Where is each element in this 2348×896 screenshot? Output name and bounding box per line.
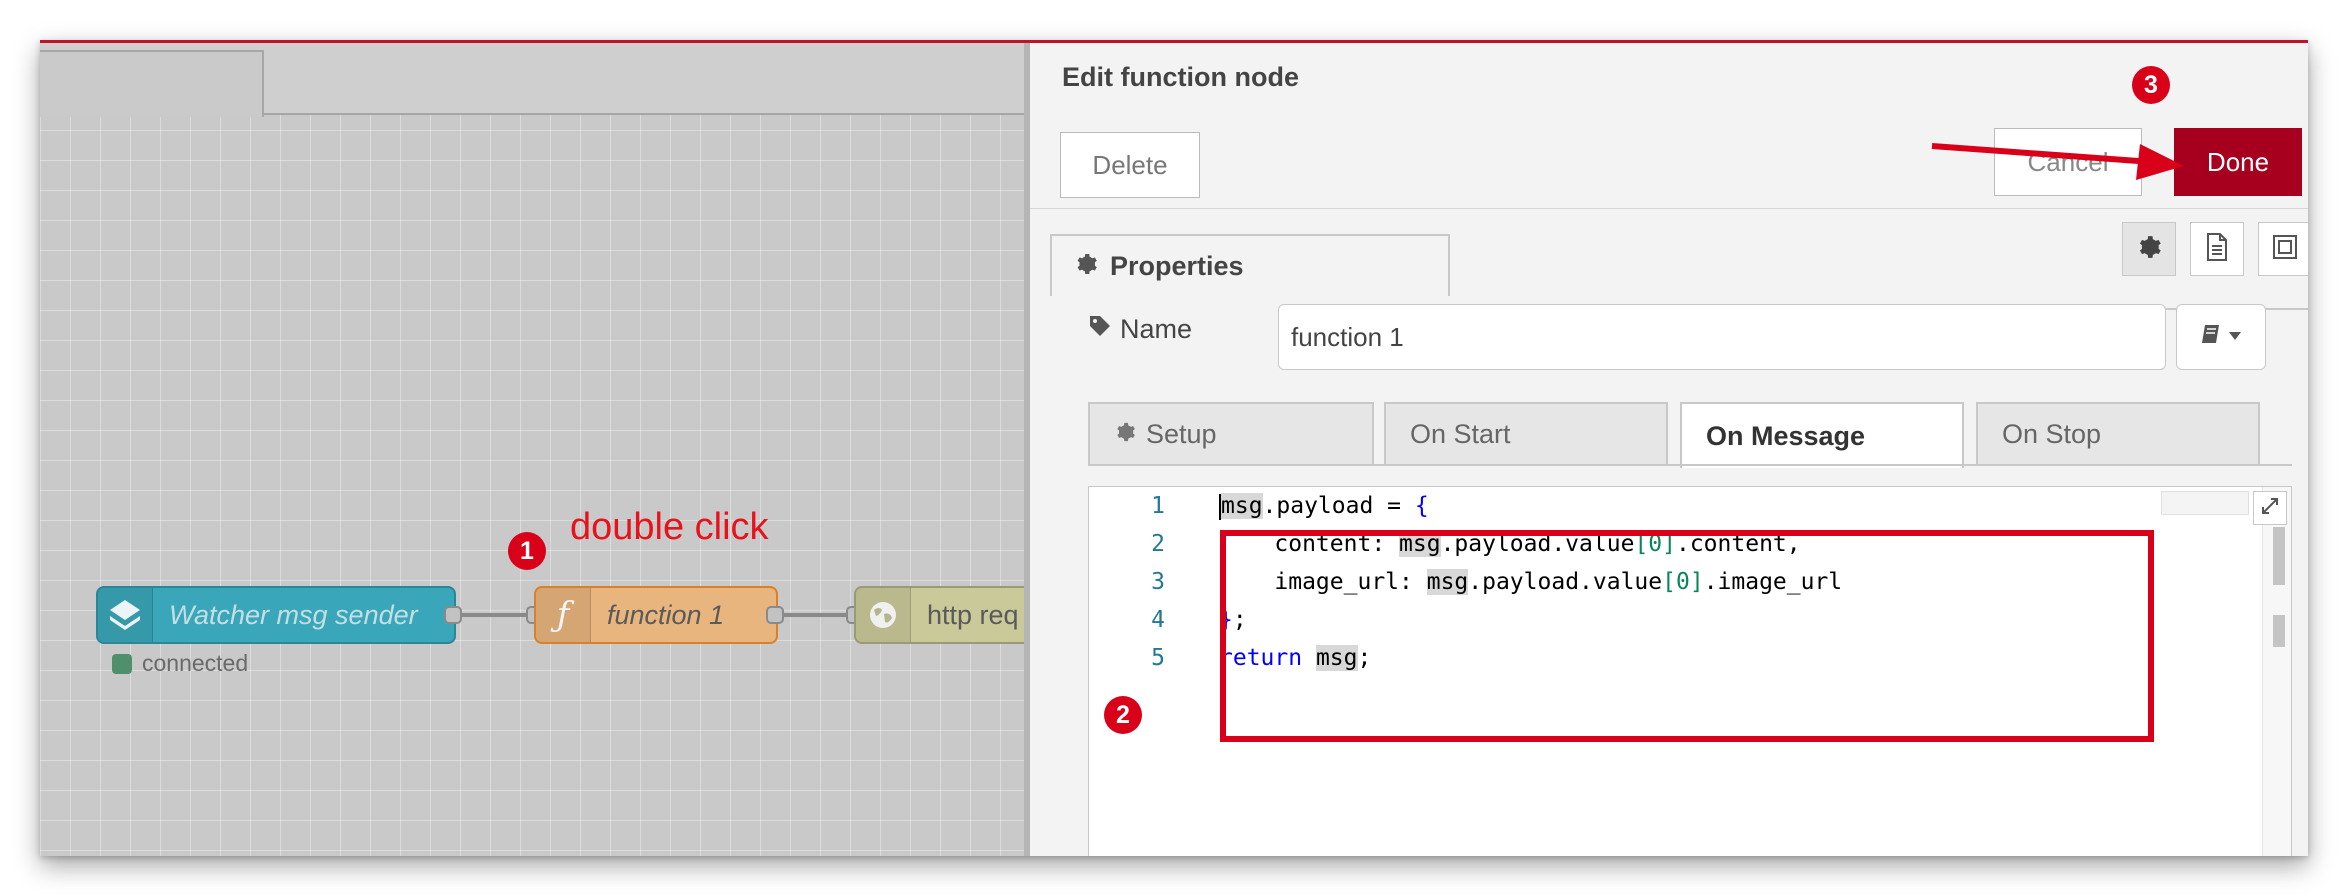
http-node-label: http req <box>927 599 1019 630</box>
line-number-gutter: 1 2 3 4 5 <box>1089 487 1169 856</box>
function-output-port[interactable] <box>766 606 784 624</box>
expand-icon <box>2261 497 2279 520</box>
globe-icon <box>856 588 911 642</box>
library-button[interactable] <box>2176 304 2266 370</box>
watcher-msg-sender-node[interactable]: Watcher msg sender <box>96 586 456 644</box>
code-line-4: }; <box>1219 607 1247 633</box>
watcher-node-label: Watcher msg sender <box>169 599 418 630</box>
wire-watcher-function <box>458 613 536 617</box>
tray-header: Edit function node <box>1030 40 2308 117</box>
subtab-on-stop[interactable]: On Stop <box>1976 402 2260 466</box>
node-settings-button[interactable] <box>2122 222 2176 276</box>
subtab-on-message[interactable]: On Message <box>1680 402 1964 468</box>
annotation-step-3: 3 <box>2132 66 2170 104</box>
scroll-marker <box>2273 615 2285 647</box>
subtab-underline <box>1088 464 2292 466</box>
subtab-setup-label: Setup <box>1146 418 1217 449</box>
subtab-setup[interactable]: Setup <box>1088 402 1374 466</box>
line-number: 3 <box>1151 569 1165 595</box>
document-icon <box>2205 232 2229 266</box>
line-number: 5 <box>1151 645 1165 671</box>
name-field-label: Name <box>1088 314 1192 345</box>
subtab-on-start[interactable]: On Start <box>1384 402 1668 466</box>
annotation-double-click: double click <box>570 506 769 548</box>
editor-scrollbar[interactable] <box>2262 487 2291 856</box>
status-connected-icon <box>112 654 132 674</box>
watcher-node-icon <box>98 588 153 642</box>
delete-button[interactable]: Delete <box>1060 132 1200 198</box>
name-label: Name <box>1120 314 1193 344</box>
node-appearance-button[interactable] <box>2258 222 2308 276</box>
frame-icon <box>2271 233 2299 266</box>
tab-properties[interactable]: Properties <box>1050 234 1450 296</box>
code-line-2: content: msg.payload.value[0].content, <box>1219 531 1801 557</box>
function-node-icon: ƒ <box>536 588 591 642</box>
function-node-label: function 1 <box>607 599 725 630</box>
done-button[interactable]: Done <box>2174 128 2302 196</box>
watcher-status-text: connected <box>142 650 249 676</box>
line-number: 4 <box>1151 607 1165 633</box>
line-number: 1 <box>1151 493 1165 519</box>
code-line-3: image_url: msg.payload.value[0].image_ur… <box>1219 569 1843 595</box>
tab-properties-label: Properties <box>1110 250 1244 281</box>
caret-down-icon <box>2228 328 2242 346</box>
wire-function-http <box>776 613 854 617</box>
workspace-tab[interactable] <box>40 50 264 117</box>
code-line-5: return msg; <box>1219 645 1372 671</box>
node-description-button[interactable] <box>2190 222 2244 276</box>
cancel-button[interactable]: Cancel <box>1994 128 2142 196</box>
flow-workspace[interactable]: Watcher msg sender connected ƒ function … <box>40 40 1114 856</box>
name-input[interactable]: function 1 <box>1278 304 2166 370</box>
code-minimap[interactable] <box>2161 491 2249 515</box>
code-line-1: msg.payload = { <box>1219 493 1429 520</box>
code-editor[interactable]: 1 2 3 4 5 msg.payload = { content: msg.p… <box>1088 486 2292 856</box>
workspace-tab-bar <box>40 40 1030 117</box>
top-accent-line <box>40 40 2308 43</box>
gear-icon <box>1074 252 1098 281</box>
scroll-marker <box>2273 527 2285 585</box>
annotation-step-1: 1 <box>508 532 546 570</box>
function-1-node[interactable]: ƒ function 1 <box>534 586 778 644</box>
line-number: 2 <box>1151 531 1165 557</box>
tag-icon <box>1088 314 1112 345</box>
edit-tray: Edit function node Delete Cancel Done Pr… <box>1024 40 2308 856</box>
annotation-step-2: 2 <box>1104 696 1142 734</box>
expand-editor-button[interactable] <box>2253 491 2287 525</box>
screenshot-frame: Watcher msg sender connected ƒ function … <box>40 40 2308 856</box>
tray-title: Edit function node <box>1062 62 1299 92</box>
watcher-output-port[interactable] <box>444 606 462 624</box>
book-icon <box>2200 323 2222 352</box>
gear-icon <box>2136 234 2162 265</box>
gear-icon <box>1114 419 1136 450</box>
